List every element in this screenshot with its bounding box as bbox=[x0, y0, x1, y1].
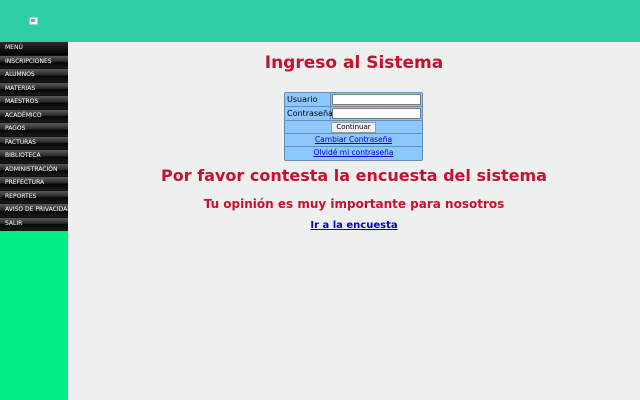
continue-button[interactable]: Continuar bbox=[331, 121, 376, 133]
password-label: Contraseña bbox=[287, 107, 333, 120]
login-form: Usuario Contraseña Continuar Cambiar Con… bbox=[284, 92, 423, 161]
survey-subheading: Tu opinión es muy importante para nosotr… bbox=[203, 197, 505, 211]
user-row: Usuario bbox=[285, 93, 422, 107]
sidebar-item-materias[interactable]: MATERIAS bbox=[0, 82, 68, 96]
sidebar-item-administracion[interactable]: ADMINISTRACIÓN bbox=[0, 163, 68, 177]
sidebar-item-academico[interactable]: ACADÉMICO bbox=[0, 109, 68, 123]
sidebar-item-prefectura[interactable]: PREFECTURA bbox=[0, 177, 68, 191]
sidebar-item-inscripciones[interactable]: INSCRIPCIONES bbox=[0, 55, 68, 69]
password-row: Contraseña bbox=[285, 107, 422, 121]
password-input[interactable] bbox=[332, 108, 421, 119]
change-password-link[interactable]: Cambiar Contraseña bbox=[315, 135, 392, 144]
sidebar-item-salir[interactable]: SALIR bbox=[0, 217, 68, 231]
sidebar-menu: MENÚ INSCRIPCIONES ALUMNOS MATERIAS MAES… bbox=[0, 42, 68, 400]
sidebar-item-reportes[interactable]: REPORTES bbox=[0, 190, 68, 204]
sidebar-item-pagos[interactable]: PAGOS bbox=[0, 123, 68, 137]
survey-link[interactable]: Ir a la encuesta bbox=[310, 220, 397, 231]
header-bar bbox=[0, 0, 640, 42]
user-input[interactable] bbox=[332, 94, 421, 105]
sidebar-item-menu[interactable]: MENÚ bbox=[0, 42, 68, 56]
sidebar-item-biblioteca[interactable]: BIBLIOTECA bbox=[0, 150, 68, 164]
survey-heading: Por favor contesta la encuesta del siste… bbox=[161, 166, 547, 185]
page-title: Ingreso al Sistema bbox=[264, 53, 444, 73]
sidebar-item-aviso-privacidad[interactable]: AVISO DE PRIVACIDAD bbox=[0, 204, 68, 218]
user-label: Usuario bbox=[285, 93, 331, 106]
sidebar-item-maestros[interactable]: MAESTROS bbox=[0, 96, 68, 110]
broken-image-icon bbox=[29, 17, 38, 25]
main-content: Ingreso al Sistema Usuario Contraseña Co… bbox=[68, 42, 640, 400]
sidebar-item-facturas[interactable]: FACTURAS bbox=[0, 136, 68, 150]
sidebar-item-alumnos[interactable]: ALUMNOS bbox=[0, 69, 68, 83]
forgot-password-link[interactable]: Olvidé mi contraseña bbox=[314, 148, 394, 157]
